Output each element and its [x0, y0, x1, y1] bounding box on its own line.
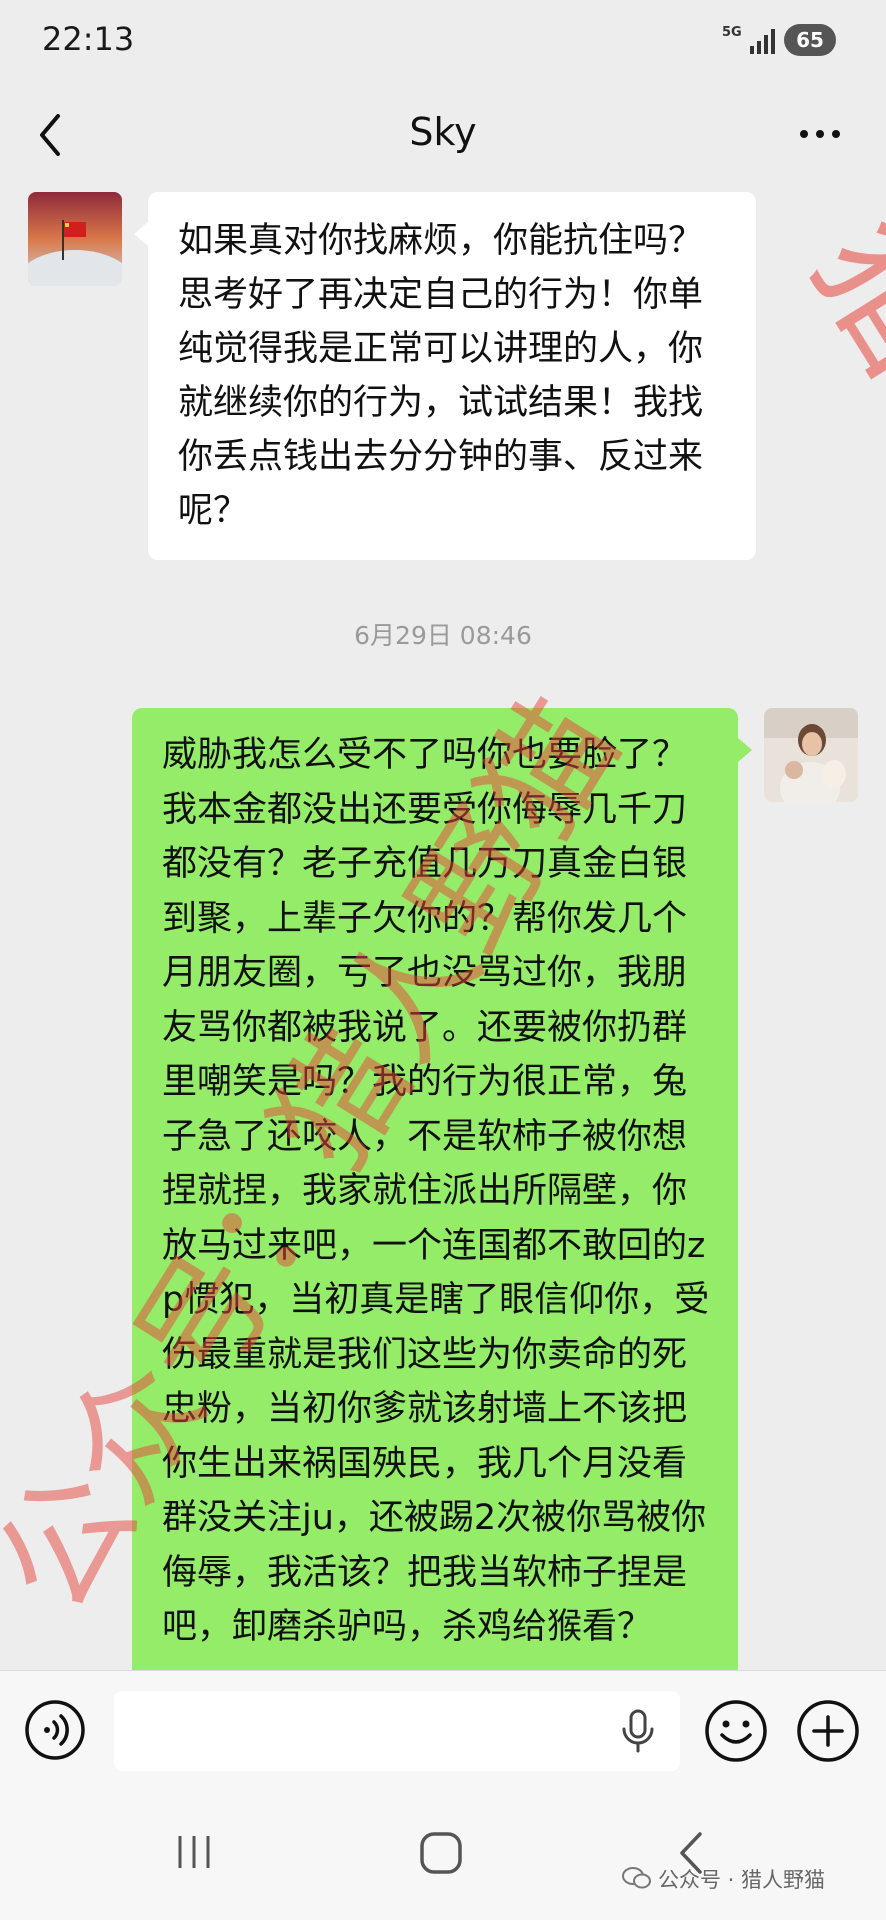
more-dots-icon[interactable] [796, 112, 844, 156]
status-bar: 22:13 5G 65 [0, 0, 886, 82]
home-icon[interactable] [418, 1830, 464, 1876]
message-input-bar [0, 1670, 886, 1791]
status-time: 22:13 [42, 20, 135, 58]
recent-apps-icon[interactable] [172, 1832, 216, 1872]
chat-messages[interactable]: 如果真对你找麻烦，你能抗住吗？思考好了再决定自己的行为！你单纯觉得我是正常可以讲… [0, 188, 886, 1670]
outgoing-message-bubble[interactable]: 威胁我怎么受不了吗你也要脸了？我本金都没出还要受你侮辱几千刀都没有？老子充值几万… [132, 708, 752, 1670]
battery-indicator: 65 [784, 24, 836, 56]
smiley-icon[interactable] [704, 1699, 768, 1763]
incoming-message-bubble[interactable]: 如果真对你找麻烦，你能抗住吗？思考好了再决定自己的行为！你单纯觉得我是正常可以讲… [134, 192, 756, 560]
account-watermark-label: 公众号 · 猎人野猫 [658, 1868, 826, 1892]
voice-wave-icon[interactable] [24, 1699, 86, 1761]
contact-avatar[interactable] [28, 192, 122, 286]
user-avatar[interactable] [764, 708, 858, 802]
message-input[interactable] [114, 1691, 680, 1771]
chat-title: Sky [409, 110, 477, 154]
microphone-icon[interactable] [618, 1709, 658, 1755]
message-timestamp: 6月29日 08:46 [354, 621, 532, 650]
plus-circle-icon[interactable] [796, 1699, 860, 1763]
network-type-label: 5G [722, 25, 742, 40]
signal-icon [750, 29, 775, 54]
system-nav-bar [0, 1790, 886, 1920]
account-watermark: 公众号 · 猎人野猫 [622, 1864, 825, 1894]
chat-header: Sky [0, 82, 886, 188]
